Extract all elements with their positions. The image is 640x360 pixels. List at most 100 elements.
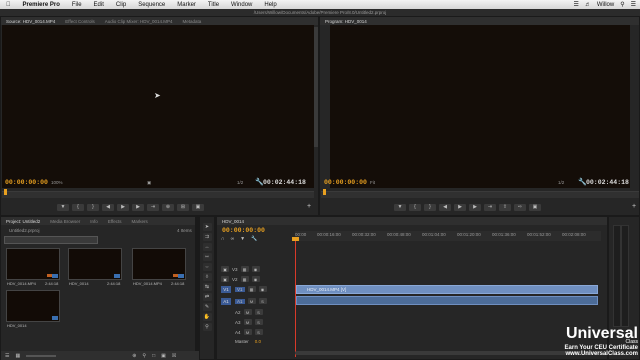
lift-button[interactable]: ⇧ — [499, 203, 511, 211]
program-step-forward-icon[interactable]: ▶ — [469, 203, 481, 211]
lock-icon[interactable]: ▣ — [221, 266, 229, 272]
tab-program[interactable]: Program: HDV_0014 — [320, 19, 372, 24]
tab-effect-controls[interactable]: Effect Controls — [60, 19, 99, 24]
tab-project[interactable]: Project: Untitled2 — [1, 219, 45, 224]
track-a4-label[interactable]: A4 — [235, 330, 241, 335]
search-icon[interactable]: ⚲ — [620, 1, 624, 8]
track-v3-label[interactable]: V3 — [232, 267, 238, 272]
tab-source[interactable]: Source: HDV_0014.MP4 — [1, 19, 60, 24]
track-v2-label[interactable]: V2 — [232, 277, 238, 282]
zoom-slider[interactable] — [26, 354, 57, 357]
play-button[interactable]: ▶ — [117, 203, 129, 211]
tab-markers[interactable]: Markers — [127, 219, 153, 224]
project-search-input[interactable] — [4, 236, 98, 244]
track-a2-label[interactable]: A2 — [235, 310, 241, 315]
tab-effects[interactable]: Effects — [103, 219, 127, 224]
clip-thumbnail[interactable] — [132, 248, 186, 280]
razor-tool-icon[interactable]: ◊ — [202, 273, 212, 281]
master-volume[interactable]: 0.0 — [255, 339, 261, 344]
menu-edit[interactable]: Edit — [88, 2, 110, 8]
menubar-user[interactable]: Willow — [597, 2, 614, 8]
eye-icon[interactable]: ◉ — [251, 266, 260, 272]
source-timecode[interactable]: 00:00:00:00 — [5, 179, 48, 186]
track-a3-label[interactable]: A3 — [235, 320, 241, 325]
solo-icon[interactable]: S — [254, 309, 263, 315]
mute-icon[interactable]: M — [243, 329, 252, 335]
pen-tool-icon[interactable]: ✎ — [202, 303, 212, 311]
overwrite-button[interactable]: ⊞ — [177, 203, 189, 211]
program-resolution[interactable]: 1/2 — [558, 180, 564, 185]
export-frame-button[interactable]: ▣ — [192, 203, 204, 211]
slip-tool-icon[interactable]: ↹ — [202, 283, 212, 291]
program-mark-in-button[interactable]: ▼ — [394, 203, 406, 211]
rate-stretch-tool-icon[interactable]: ⇔ — [202, 263, 212, 271]
solo-icon[interactable]: S — [258, 298, 267, 304]
program-zoom[interactable]: Fit — [370, 180, 375, 185]
video-clip[interactable]: HDV_0014.MP4 [V] — [296, 285, 598, 294]
program-export-frame-button[interactable]: ▣ — [529, 203, 541, 211]
program-ruler[interactable] — [321, 191, 639, 198]
menu-help[interactable]: Help — [258, 2, 282, 8]
timeline-timecode[interactable]: 00:00:00:00 — [222, 227, 265, 234]
source-patch-v1[interactable]: V1 — [221, 286, 231, 293]
list-view-icon[interactable]: ☰ — [5, 353, 9, 359]
source-patch-a1[interactable]: A1 — [221, 298, 231, 305]
linked-selection-icon[interactable]: ∞ — [231, 236, 235, 242]
mark-in-button[interactable]: ▼ — [57, 203, 69, 211]
mute-icon[interactable]: M — [243, 319, 252, 325]
track-v1-label[interactable]: V1 — [235, 286, 245, 292]
program-step-back-icon[interactable]: ◀ — [439, 203, 451, 211]
find-icon[interactable]: ⚲ — [142, 353, 146, 359]
program-add-button[interactable]: + — [632, 203, 636, 210]
source-zoom[interactable]: 100% — [51, 180, 63, 185]
rolling-edit-tool-icon[interactable]: ⇿ — [202, 253, 212, 261]
tab-sequence[interactable]: HDV_0014 — [217, 219, 249, 224]
program-timecode[interactable]: 00:00:00:00 — [324, 179, 367, 186]
eye-icon[interactable]: ◉ — [251, 276, 260, 282]
new-bin-icon[interactable]: □ — [152, 353, 155, 359]
source-resolution[interactable]: 1/2 — [237, 180, 243, 185]
menu-sequence[interactable]: Sequence — [132, 2, 171, 8]
wifi-icon[interactable]: ☰ — [573, 1, 578, 8]
step-forward-icon[interactable]: ▶ — [132, 203, 144, 211]
menu-clip[interactable]: Clip — [110, 2, 132, 8]
apple-icon[interactable]:  — [0, 2, 17, 8]
source-playhead[interactable] — [4, 189, 7, 195]
program-mark-out-button[interactable]: { — [409, 203, 421, 211]
tab-metadata[interactable]: Metadata — [178, 19, 207, 24]
source-video-frame[interactable] — [2, 25, 314, 188]
menu-app-name[interactable]: Premiere Pro — [17, 2, 66, 8]
tab-media-browser[interactable]: Media Browser — [45, 219, 85, 224]
new-item-icon[interactable]: ▣ — [161, 353, 166, 359]
tab-audio-clip-mixer[interactable]: Audio Clip Mixer: HDV_0014.MP4 — [100, 19, 178, 24]
mute-icon[interactable]: M — [247, 298, 256, 304]
ripple-edit-tool-icon[interactable]: ↔ — [202, 243, 212, 251]
menu-window[interactable]: Window — [225, 2, 258, 8]
program-play-button[interactable]: ▶ — [454, 203, 466, 211]
menu-title[interactable]: Title — [202, 2, 225, 8]
step-back-icon[interactable]: ◀ — [102, 203, 114, 211]
eye-icon[interactable]: ◉ — [258, 286, 267, 292]
sync-lock-icon[interactable]: ▦ — [240, 266, 249, 272]
program-playhead[interactable] — [323, 189, 326, 195]
zoom-tool-icon[interactable]: ⚲ — [202, 323, 212, 331]
slide-tool-icon[interactable]: ⇄ — [202, 293, 212, 301]
program-go-in-button[interactable]: } — [424, 203, 436, 211]
lock-icon[interactable]: ▣ — [221, 276, 229, 282]
go-to-out-button[interactable]: ⇥ — [147, 203, 159, 211]
icon-view-icon[interactable]: ▦ — [15, 353, 20, 359]
extract-button[interactable]: ⇨ — [514, 203, 526, 211]
list-icon[interactable]: ☰ — [631, 1, 636, 8]
timeline-playhead-handle[interactable] — [292, 237, 299, 241]
timeline-ruler[interactable]: 00:00 00:00:16:00 00:00:32:00 00:00:48:0… — [295, 231, 601, 241]
tab-info[interactable]: Info — [85, 219, 103, 224]
mark-out-button[interactable]: { — [72, 203, 84, 211]
timeline-settings-wrench-icon[interactable]: 🔧 — [251, 236, 257, 242]
mute-icon[interactable]: M — [243, 309, 252, 315]
track-select-tool-icon[interactable]: ⇉ — [202, 233, 212, 241]
sequence-thumbnail[interactable] — [68, 248, 122, 280]
volume-icon[interactable]: ♬ — [585, 2, 591, 8]
source-add-button[interactable]: + — [307, 203, 311, 210]
source-export-frame-icon[interactable]: ▣ — [147, 180, 151, 186]
sync-lock-icon[interactable]: ▦ — [247, 286, 256, 292]
